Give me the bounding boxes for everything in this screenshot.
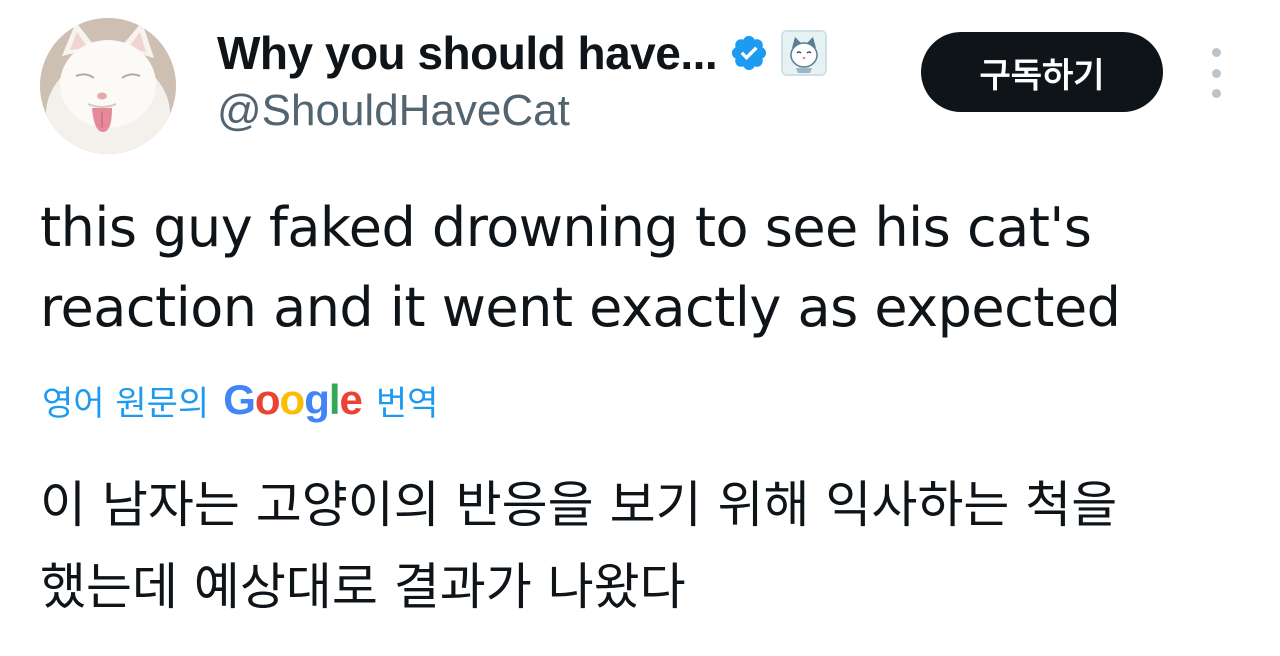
- translate-prefix: 영어 원문의: [42, 383, 210, 424]
- translated-text: 이 남자는 고양이의 반응을 보기 위해 익사하는 척을 했는데 예상대로 결과…: [40, 464, 1260, 628]
- more-dot: [1211, 89, 1221, 98]
- more-dot: [1211, 48, 1221, 57]
- google-letter: o: [279, 376, 306, 423]
- author-handle[interactable]: @ShouldHaveCat: [217, 86, 570, 136]
- translate-suffix: 번역: [375, 383, 439, 424]
- author-header: Why you should have...: [217, 24, 828, 82]
- cat-face-icon: [783, 32, 826, 74]
- more-vertical-icon[interactable]: [1200, 48, 1232, 98]
- avatar[interactable]: [40, 18, 176, 154]
- tweet-text-line: reaction and it went exactly as expected: [40, 276, 1121, 339]
- more-dot: [1211, 68, 1221, 78]
- google-letter: g: [304, 376, 330, 423]
- display-name[interactable]: Why you should have...: [217, 26, 718, 80]
- translated-text-line: 했는데 예상대로 결과가 나왔다: [40, 558, 686, 616]
- translate-link[interactable]: 영어 원문의 Google 번역: [42, 372, 438, 428]
- tweet-text-line: this guy faked drowning to see his cat's: [40, 196, 1092, 259]
- google-letter: e: [339, 376, 363, 423]
- subscribe-button[interactable]: 구독하기: [921, 32, 1163, 112]
- translated-text-line: 이 남자는 고양이의 반응을 보기 위해 익사하는 척을: [40, 476, 1118, 534]
- google-letter: G: [223, 376, 256, 423]
- tweet-text: this guy faked drowning to see his cat's…: [40, 188, 1240, 348]
- google-logo: Google: [223, 376, 363, 424]
- white-cat-avatar-icon: [40, 18, 176, 154]
- cat-affiliate-badge-icon[interactable]: [781, 30, 828, 76]
- google-letter: o: [254, 376, 281, 423]
- verified-badge-icon[interactable]: [729, 33, 769, 73]
- google-letter: l: [328, 376, 341, 423]
